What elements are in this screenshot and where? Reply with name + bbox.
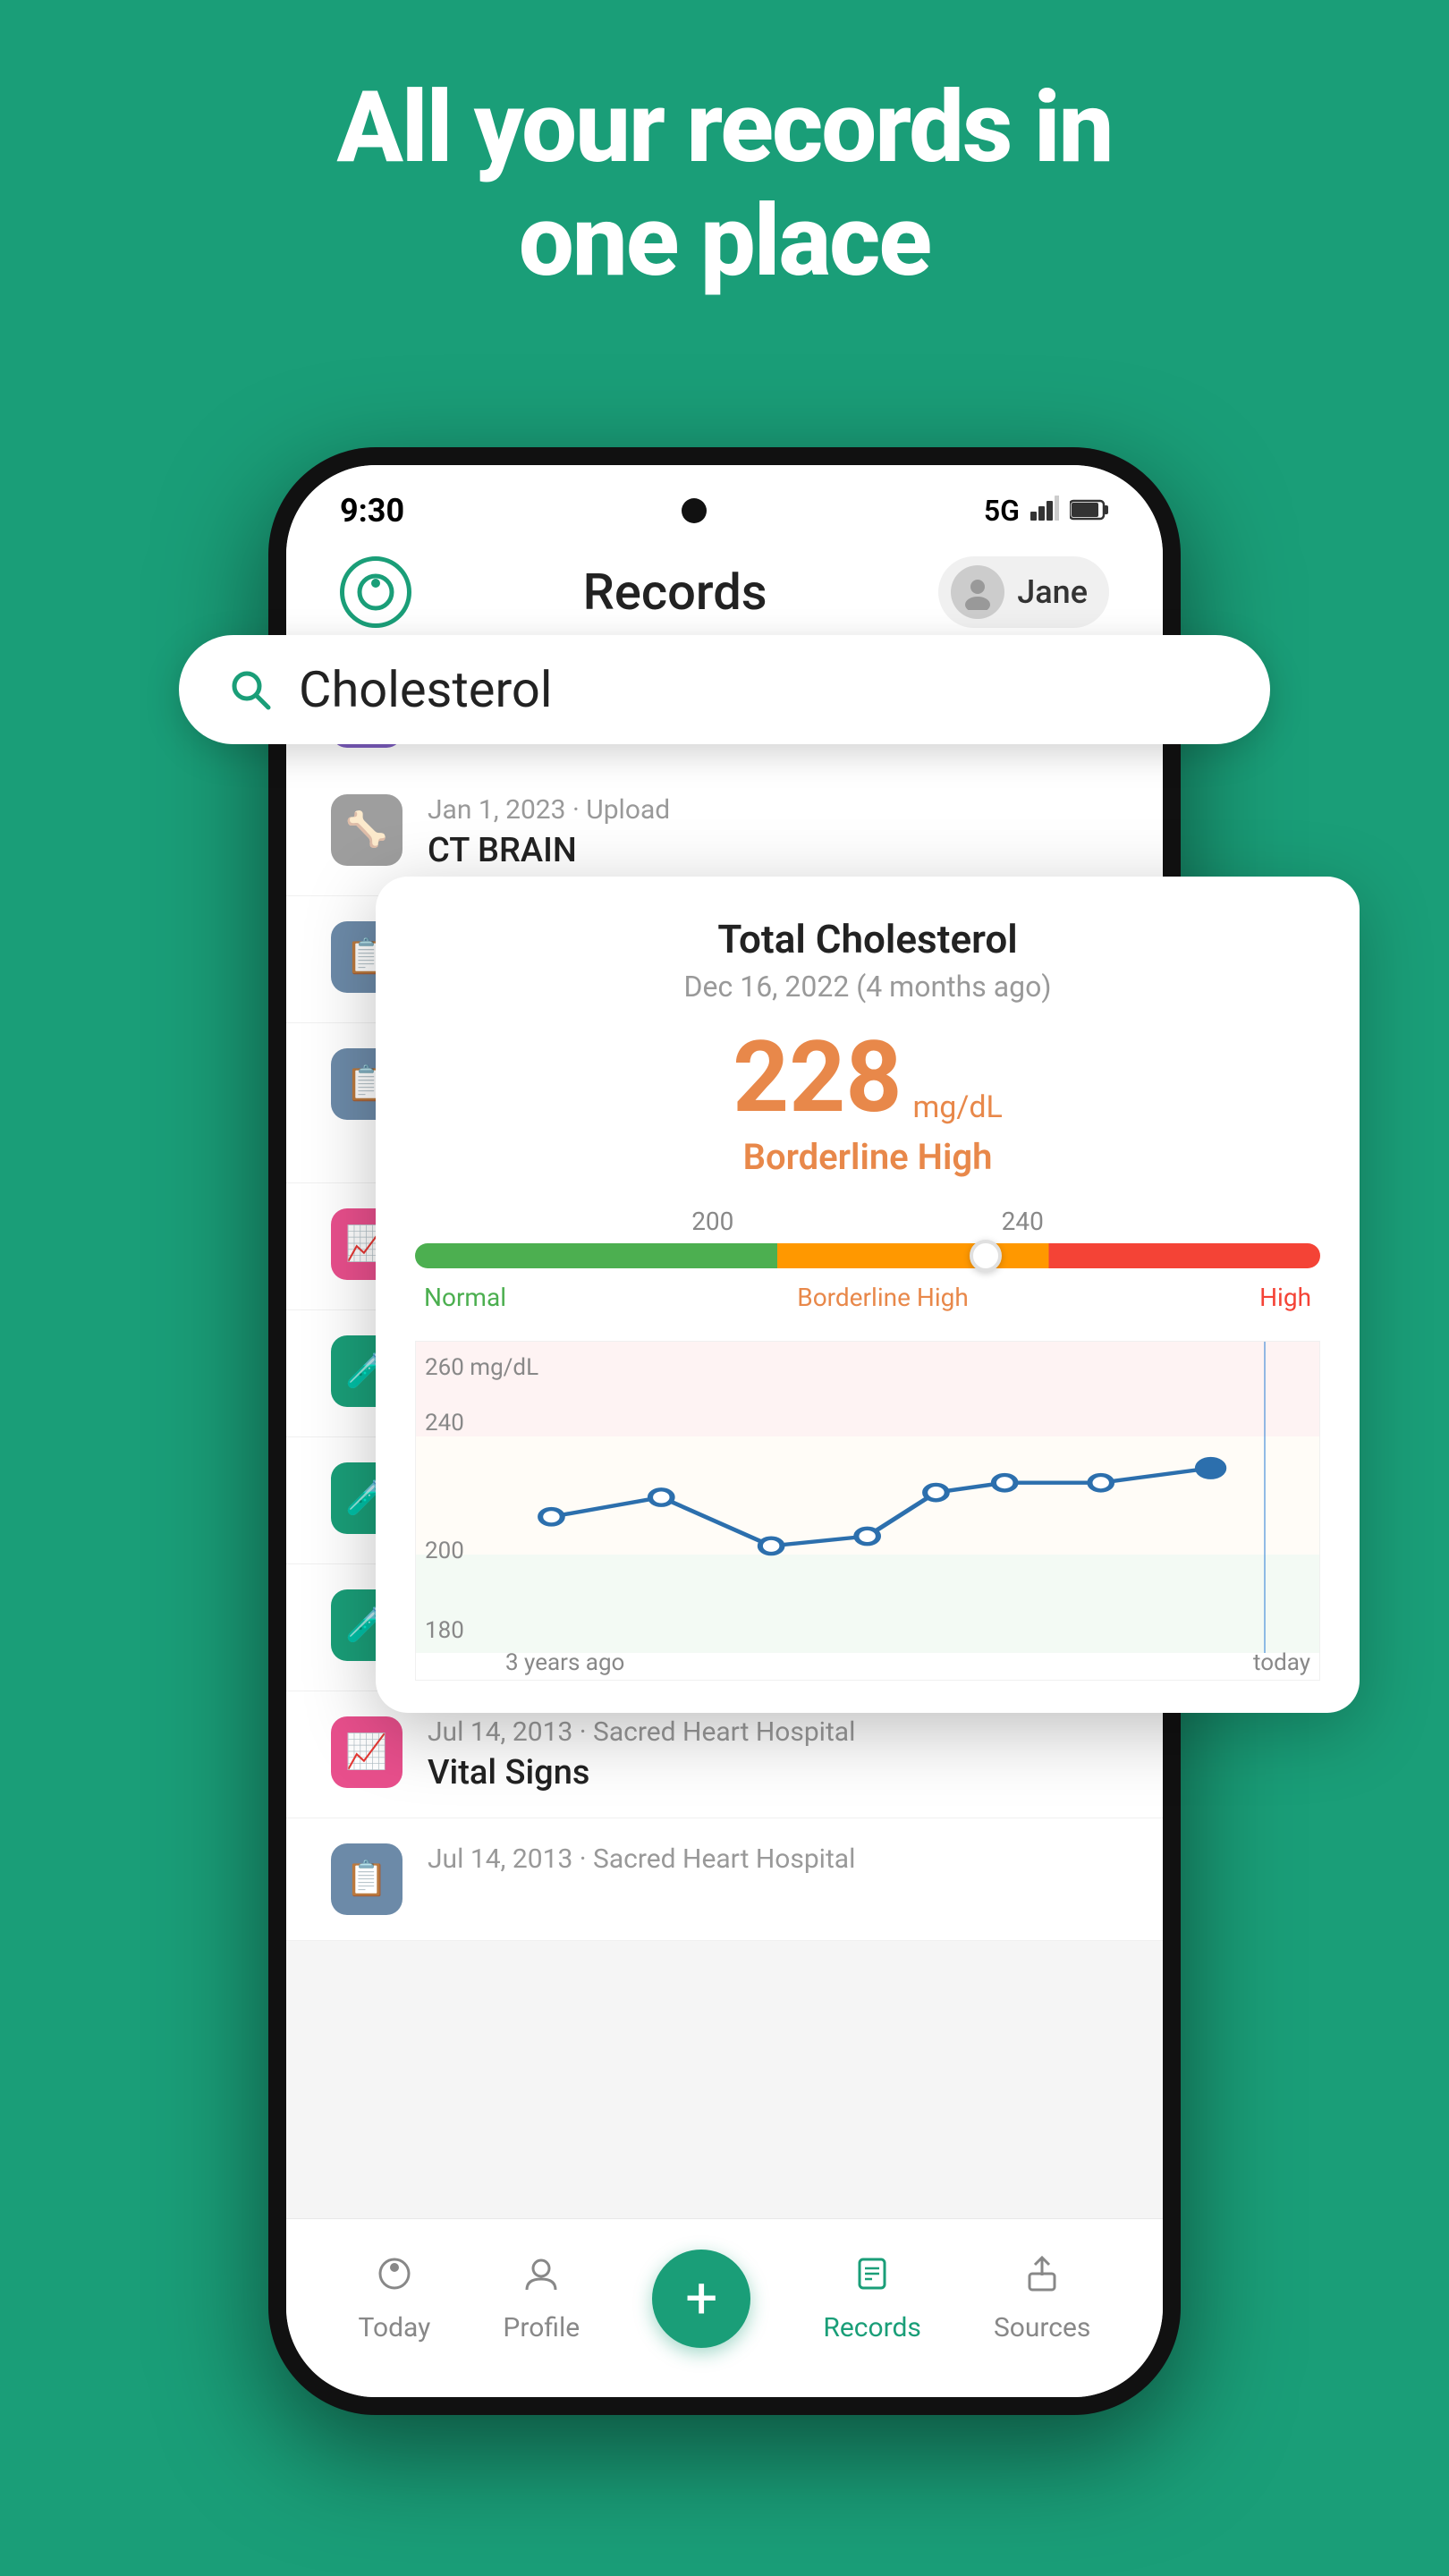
nav-today-label: Today	[359, 2312, 431, 2343]
chart-container: 260 mg/dL 240 200 180	[415, 1341, 1320, 1681]
network-label: 5G	[984, 494, 1020, 528]
chol-unit: mg/dL	[912, 1089, 1002, 1125]
chart-y-240: 240	[425, 1410, 464, 1436]
chart-y-200: 200	[425, 1538, 464, 1564]
sources-icon	[1022, 2254, 1062, 2303]
profile-icon	[521, 2254, 561, 2303]
nav-add[interactable]: +	[652, 2250, 750, 2348]
nav-records[interactable]: Records	[823, 2254, 921, 2343]
search-bar-container: Cholesterol	[125, 635, 1324, 744]
battery-icon	[1070, 494, 1109, 528]
record-meta: Jan 1, 2023 · Upload	[428, 794, 1118, 826]
record-icon: 🦴	[331, 794, 402, 866]
status-icons: 5G	[984, 494, 1109, 528]
range-high: High	[1259, 1283, 1311, 1312]
camera-dot	[682, 498, 707, 523]
status-bar: 9:30 5G	[286, 465, 1163, 538]
nav-today[interactable]: Today	[359, 2254, 431, 2343]
search-icon	[224, 663, 277, 716]
chol-status: Borderline High	[415, 1136, 1320, 1178]
bottom-nav: Today Profile +	[286, 2218, 1163, 2397]
chart-y-180: 180	[425, 1617, 464, 1644]
record-meta: Jul 14, 2013 · Sacred Heart Hospital	[428, 1843, 1118, 1875]
chol-title: Total Cholesterol	[415, 916, 1320, 962]
cholesterol-card: Total Cholesterol Dec 16, 2022 (4 months…	[376, 877, 1360, 1713]
chart-time-start: 3 years ago	[505, 1649, 624, 1676]
hero-line1: All your records in	[337, 70, 1113, 185]
chol-value-container: 228 mg/dL	[415, 1029, 1320, 1127]
range-bar-fill	[415, 1243, 1320, 1268]
range-normal: Normal	[424, 1283, 506, 1312]
nav-profile[interactable]: Profile	[503, 2254, 580, 2343]
record-info: Jan 1, 2023 · Upload CT BRAIN	[428, 794, 1118, 870]
nav-sources[interactable]: Sources	[994, 2254, 1090, 2343]
chart-time-labels: 3 years ago today	[496, 1649, 1319, 1676]
record-name: CT BRAIN	[428, 831, 1118, 870]
chol-value: 228	[733, 1020, 902, 1135]
person-icon	[960, 574, 996, 610]
chart-svg	[496, 1342, 1266, 1653]
range-bar	[415, 1243, 1320, 1268]
range-status-labels: Normal Borderline High High	[415, 1283, 1320, 1312]
add-icon: +	[685, 2270, 717, 2327]
user-name: Jane	[1017, 573, 1088, 611]
search-text: Cholesterol	[299, 660, 552, 719]
record-name: Vital Signs	[428, 1753, 1118, 1792]
nav-sources-label: Sources	[994, 2312, 1090, 2343]
range-markers: 200 240	[415, 1207, 1320, 1236]
app-title: Records	[583, 563, 767, 622]
today-icon	[375, 2254, 414, 2303]
hero-section: All your records in one place	[0, 0, 1449, 334]
record-icon: 📈	[331, 1716, 402, 1788]
range-indicator	[970, 1240, 1002, 1272]
nav-profile-label: Profile	[503, 2312, 580, 2343]
app-logo	[340, 556, 411, 628]
user-avatar[interactable]: Jane	[938, 556, 1109, 628]
range-marker-200: 200	[691, 1207, 733, 1236]
avatar-icon	[951, 565, 1004, 619]
search-bar[interactable]: Cholesterol	[179, 635, 1270, 744]
logo-icon	[354, 571, 397, 614]
add-button[interactable]: +	[652, 2250, 750, 2348]
record-icon: 📋	[331, 1843, 402, 1915]
record-item[interactable]: 📋 Jul 14, 2013 · Sacred Heart Hospital	[286, 1818, 1163, 1941]
record-meta: Jul 14, 2013 · Sacred Heart Hospital	[428, 1716, 1118, 1748]
status-time: 9:30	[340, 492, 404, 530]
phone-mockup: 9:30 5G	[197, 376, 1252, 2451]
records-icon	[852, 2254, 892, 2303]
nav-records-label: Records	[823, 2312, 921, 2343]
hero-text: All your records in one place	[0, 0, 1449, 334]
record-info: Jul 14, 2013 · Sacred Heart Hospital	[428, 1843, 1118, 1880]
range-marker-240: 240	[1002, 1207, 1044, 1236]
signal-icon	[1030, 494, 1059, 528]
record-info: Jul 14, 2013 · Sacred Heart Hospital Vit…	[428, 1716, 1118, 1792]
hero-line2: one place	[519, 183, 930, 299]
chart-time-end: today	[1253, 1649, 1310, 1676]
chart-y-260: 260 mg/dL	[425, 1354, 538, 1381]
range-borderline: Borderline High	[506, 1283, 1259, 1312]
chol-date: Dec 16, 2022 (4 months ago)	[415, 970, 1320, 1004]
